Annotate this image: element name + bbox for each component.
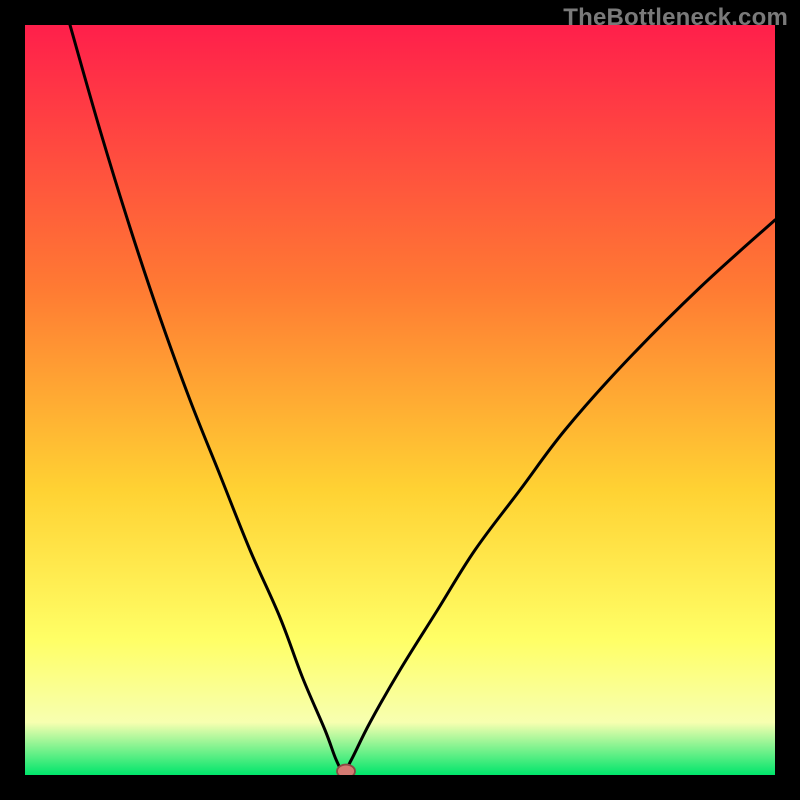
bottleneck-chart — [25, 25, 775, 775]
chart-frame: { "watermark": "TheBottleneck.com", "col… — [0, 0, 800, 800]
minimum-marker — [337, 765, 355, 776]
gradient-background — [25, 25, 775, 775]
